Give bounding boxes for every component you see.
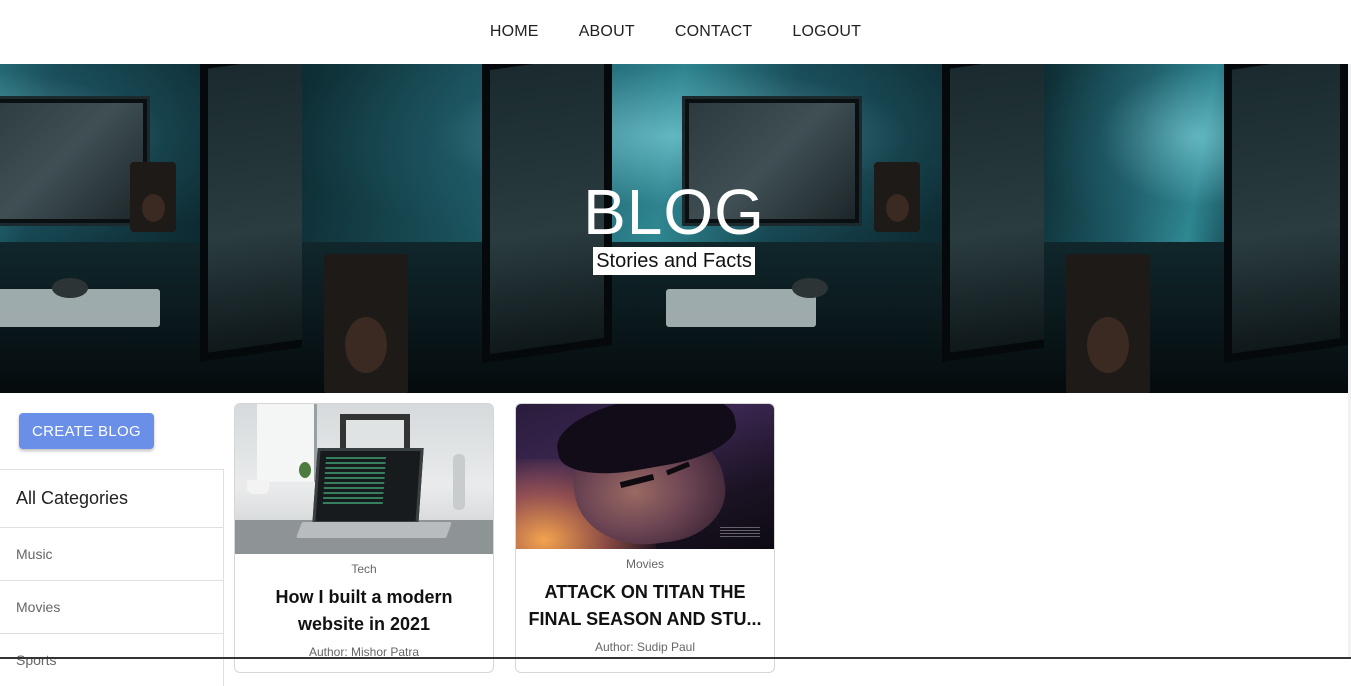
hero-banner: BLOG Stories and Facts (0, 64, 1348, 393)
nav-logout-link[interactable]: LOGOUT (772, 23, 881, 41)
hero-title: BLOG (583, 176, 765, 248)
post-card[interactable]: Tech How I built a modern website in 202… (234, 403, 494, 673)
all-categories-header[interactable]: All Categories (0, 469, 223, 527)
category-item-music[interactable]: Music (0, 527, 223, 580)
post-title[interactable]: How I built a modern website in 2021 (235, 584, 493, 638)
nav-about-link[interactable]: ABOUT (559, 23, 655, 41)
post-title[interactable]: ATTACK ON TITAN THE FINAL SEASON AND STU… (516, 579, 774, 633)
hero-subtitle: Stories and Facts (593, 247, 755, 275)
create-blog-button[interactable]: CREATE BLOG (19, 413, 154, 449)
categories-table: All Categories Music Movies Sports (0, 469, 224, 686)
post-thumbnail (516, 404, 774, 549)
category-item-sports[interactable]: Sports (0, 633, 223, 686)
post-author: Author: Sudip Paul (594, 640, 696, 654)
nav-home-link[interactable]: HOME (470, 23, 559, 41)
post-thumbnail (235, 404, 493, 554)
post-card[interactable]: Movies ATTACK ON TITAN THE FINAL SEASON … (515, 403, 775, 673)
top-navbar: HOME ABOUT CONTACT LOGOUT (0, 0, 1351, 64)
post-category: Movies (625, 557, 664, 571)
category-item-movies[interactable]: Movies (0, 580, 223, 633)
nav-contact-link[interactable]: CONTACT (655, 23, 773, 41)
post-category: Tech (351, 562, 377, 576)
